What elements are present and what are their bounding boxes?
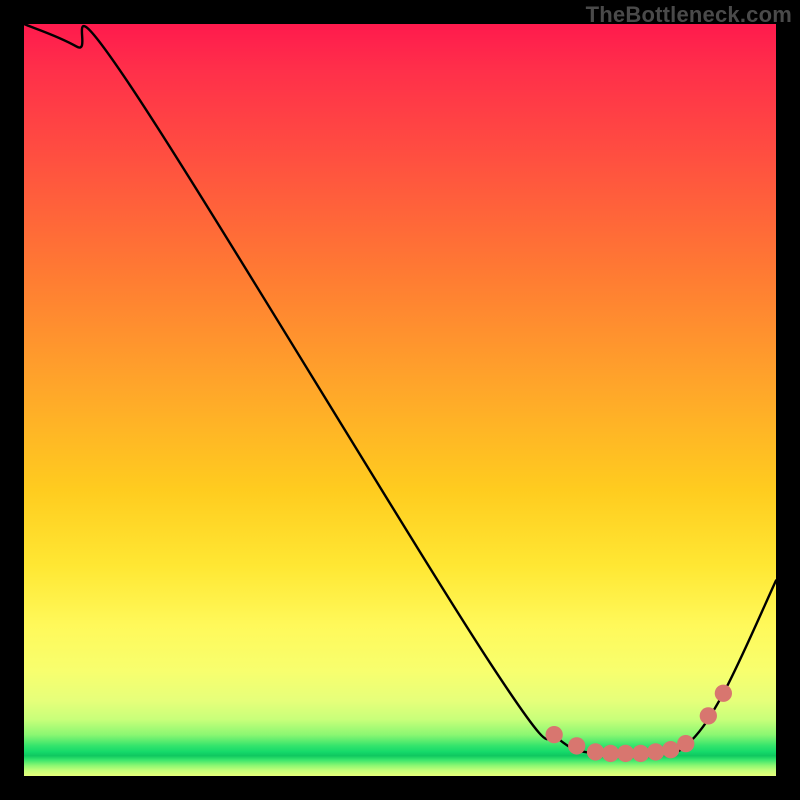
marker-dot [546,726,563,743]
marker-dot [647,743,664,760]
marker-dot [617,745,634,762]
marker-dot [602,745,619,762]
marker-dot [632,745,649,762]
plot-area [24,24,776,776]
curve-layer [24,24,776,776]
marker-dot [715,685,732,702]
marker-dot [700,707,717,724]
bottleneck-curve-line [24,24,776,755]
chart-frame: TheBottleneck.com [0,0,800,800]
marker-dot [662,741,679,758]
marker-dot [677,735,694,752]
marker-dot [587,743,604,760]
marker-dot [568,737,585,754]
